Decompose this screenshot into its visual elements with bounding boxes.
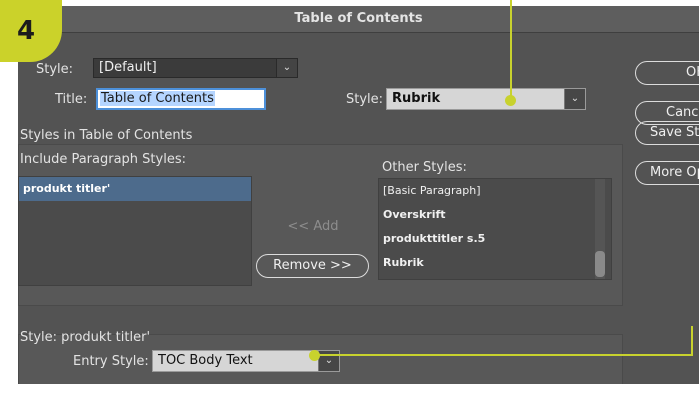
- entry-style-label: Entry Style:: [73, 354, 149, 369]
- more-options-button[interactable]: More Options: [635, 161, 699, 185]
- title-label: Title:: [55, 92, 88, 107]
- callout-dot-entry-style: [309, 350, 320, 361]
- callout-dot-title-style: [505, 95, 516, 106]
- scrollbar[interactable]: [595, 179, 605, 279]
- chevron-down-icon[interactable]: ⌄: [276, 59, 297, 77]
- other-styles-list[interactable]: [Basic Paragraph] Overskrift produkttitl…: [378, 178, 612, 280]
- included-styles-list[interactable]: produkt titler': [18, 176, 252, 286]
- entry-style-value: TOC Body Text: [158, 353, 253, 368]
- style-detail-heading: Style: produkt titler': [20, 330, 151, 345]
- callout-line-horizontal: [316, 354, 693, 356]
- add-button[interactable]: << Add: [259, 215, 367, 239]
- list-item[interactable]: Overskrift: [379, 203, 611, 227]
- callout-line-vertical: [510, 0, 512, 99]
- list-item[interactable]: [Basic Paragraph]: [379, 179, 611, 203]
- toc-style-value: [Default]: [99, 60, 157, 75]
- save-style-button[interactable]: Save Style...: [635, 121, 699, 145]
- toc-style-label: Style:: [36, 62, 74, 77]
- list-item[interactable]: Rubrik: [379, 251, 611, 275]
- toc-style-dropdown[interactable]: [Default] ⌄: [93, 58, 298, 78]
- chevron-down-icon[interactable]: ⌄: [564, 89, 585, 109]
- toc-dialog: Table of Contents Style: [Default] ⌄ Tit…: [18, 6, 699, 384]
- include-styles-label: Include Paragraph Styles:: [20, 152, 186, 167]
- list-item[interactable]: produkttitler s.5: [379, 227, 611, 251]
- title-input-value: Table of Contents: [100, 91, 215, 106]
- scrollbar-thumb[interactable]: [595, 251, 605, 277]
- title-input[interactable]: Table of Contents: [96, 88, 266, 110]
- callout-line-vertical-right: [691, 326, 693, 356]
- dialog-title: Table of Contents: [18, 6, 699, 33]
- ok-button[interactable]: OK: [635, 61, 699, 85]
- other-styles-label: Other Styles:: [382, 160, 467, 175]
- title-style-dropdown[interactable]: Rubrik ⌄: [386, 88, 586, 110]
- title-style-label: Style:: [346, 92, 384, 107]
- step-number: 4: [17, 16, 36, 46]
- title-style-value: Rubrik: [392, 91, 441, 106]
- remove-button[interactable]: Remove >>: [256, 254, 369, 278]
- styles-group-heading: Styles in Table of Contents: [20, 128, 193, 143]
- list-item[interactable]: produkt titler': [19, 177, 251, 201]
